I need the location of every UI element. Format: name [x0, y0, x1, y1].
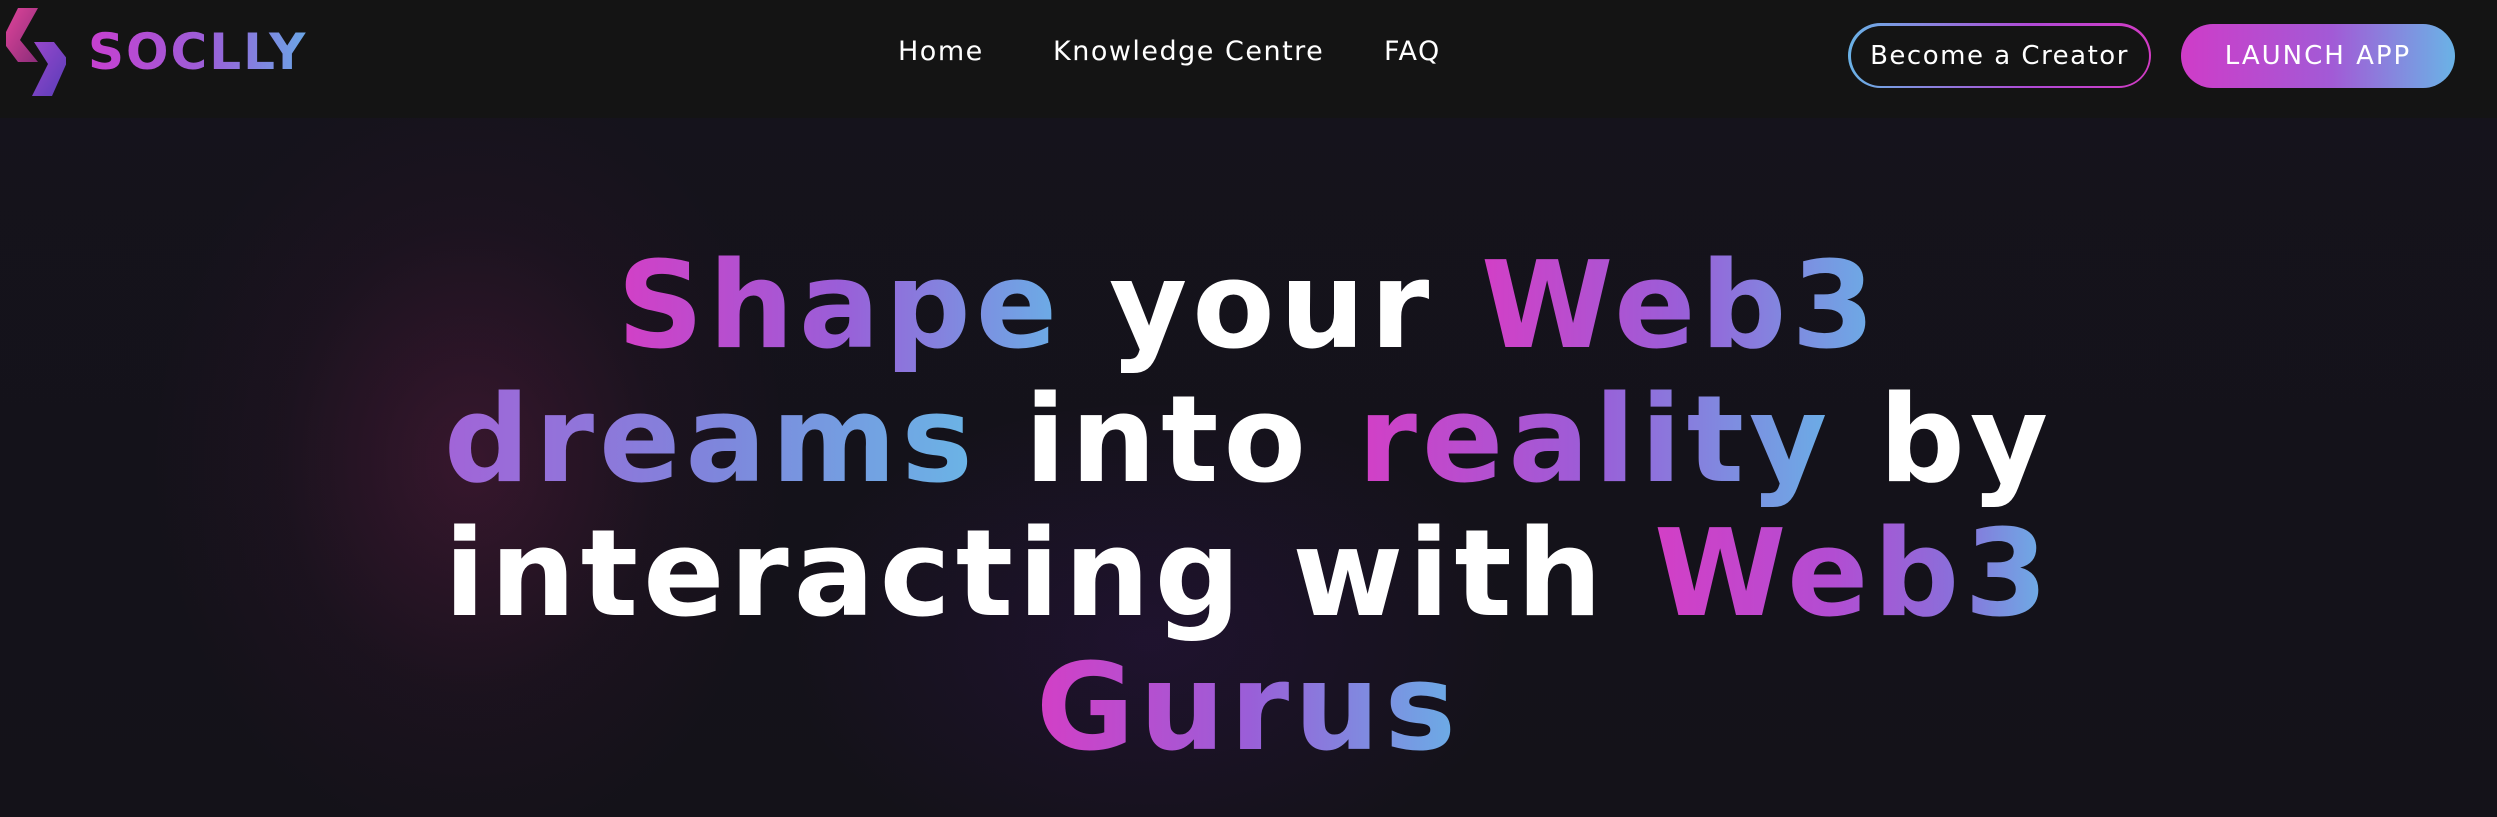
launch-app-button[interactable]: LAUNCH APP — [2181, 24, 2455, 88]
hero-word: Web3 — [1481, 237, 1880, 376]
hero-word: your — [1108, 237, 1435, 376]
hero-word: into — [1024, 371, 1311, 510]
hero-line-2: dreams into reality by — [0, 374, 2497, 508]
hero-line-3: interacting with Web3 — [0, 508, 2497, 642]
hero-word: Web3 — [1653, 505, 2053, 644]
landing-page: SOCLLY Home Knowledge Centre FAQ Become … — [0, 0, 2497, 817]
nav-knowledge-centre-link[interactable]: Knowledge Centre — [1053, 36, 1324, 67]
hero-word: by — [1878, 371, 2054, 510]
hero-word: with — [1292, 505, 1608, 644]
hero-line-1: Shape your Web3 — [0, 240, 2497, 374]
hero-word: interacting — [444, 505, 1246, 644]
become-creator-button[interactable]: Become a Creator — [1848, 23, 2151, 88]
nav-faq-link[interactable]: FAQ — [1384, 36, 1441, 67]
hero-word: Gurus — [1036, 639, 1461, 778]
hero-word: reality — [1357, 371, 1833, 510]
hero-word: dreams — [443, 371, 978, 510]
navbar: SOCLLY Home Knowledge Centre FAQ Become … — [0, 0, 2497, 118]
hero-headline: Shape your Web3 dreams into reality by i… — [0, 240, 2497, 776]
hero-line-4: Gurus — [0, 642, 2497, 776]
become-creator-label: Become a Creator — [1850, 25, 2149, 86]
nav-home-link[interactable]: Home — [898, 36, 984, 67]
hero-word: Shape — [617, 237, 1063, 376]
